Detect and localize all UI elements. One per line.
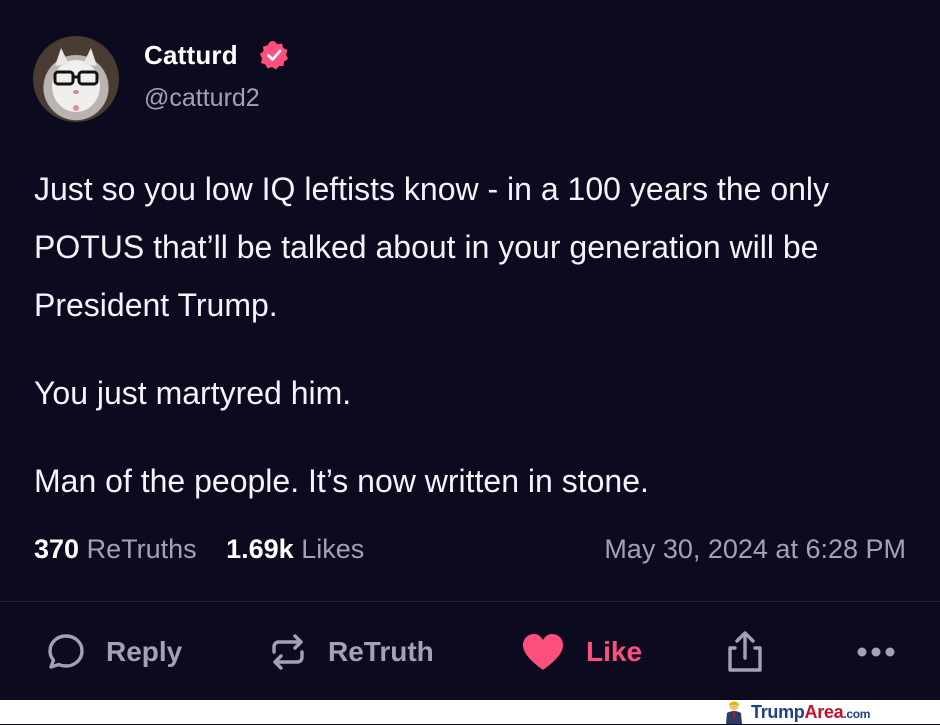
- cat-avatar-image: [52, 48, 100, 112]
- reply-button[interactable]: Reply: [46, 628, 182, 676]
- post-paragraph: Man of the people. It’s now written in s…: [34, 463, 649, 499]
- reply-label: Reply: [106, 636, 183, 667]
- like-label: Like: [586, 636, 643, 667]
- watermark-text: TrumpArea.com: [751, 701, 870, 725]
- share-button[interactable]: [724, 628, 786, 676]
- watermark-label: TrumpArea.com: [751, 702, 871, 722]
- share-icon: [728, 631, 762, 672]
- author-name[interactable]: Catturd: [144, 40, 238, 71]
- post-paragraph: You just martyred him.: [34, 375, 352, 411]
- likes-label[interactable]: Likes: [301, 534, 364, 564]
- retruth-button[interactable]: ReTruth: [268, 628, 434, 676]
- heart-icon: [523, 634, 563, 670]
- post-paragraph: Just so you low IQ leftists know - in a …: [34, 171, 830, 323]
- retruth-label: ReTruth: [328, 636, 434, 667]
- avatar[interactable]: [33, 36, 119, 122]
- post-card: Catturd @catturd2 Just so you low IQ lef…: [0, 0, 940, 700]
- divider: [0, 601, 940, 602]
- verified-badge-icon: [260, 41, 288, 70]
- retruth-icon: [272, 634, 304, 670]
- post-body: Just so you low IQ leftists know - in a …: [34, 160, 914, 510]
- author-handle[interactable]: @catturd2: [144, 84, 260, 113]
- like-button[interactable]: Like: [520, 628, 642, 676]
- more-options-button[interactable]: [856, 628, 916, 676]
- retruths-count[interactable]: 370: [34, 534, 79, 564]
- post-stats: 370 ReTruths 1.69k Likes: [34, 534, 364, 565]
- reply-icon: [48, 634, 84, 669]
- post-timestamp: May 30, 2024 at 6:28 PM: [604, 534, 906, 564]
- more-icon: [857, 647, 895, 657]
- retruths-label[interactable]: ReTruths: [87, 534, 197, 564]
- trump-figure-icon: [726, 701, 742, 724]
- likes-count[interactable]: 1.69k: [226, 534, 294, 564]
